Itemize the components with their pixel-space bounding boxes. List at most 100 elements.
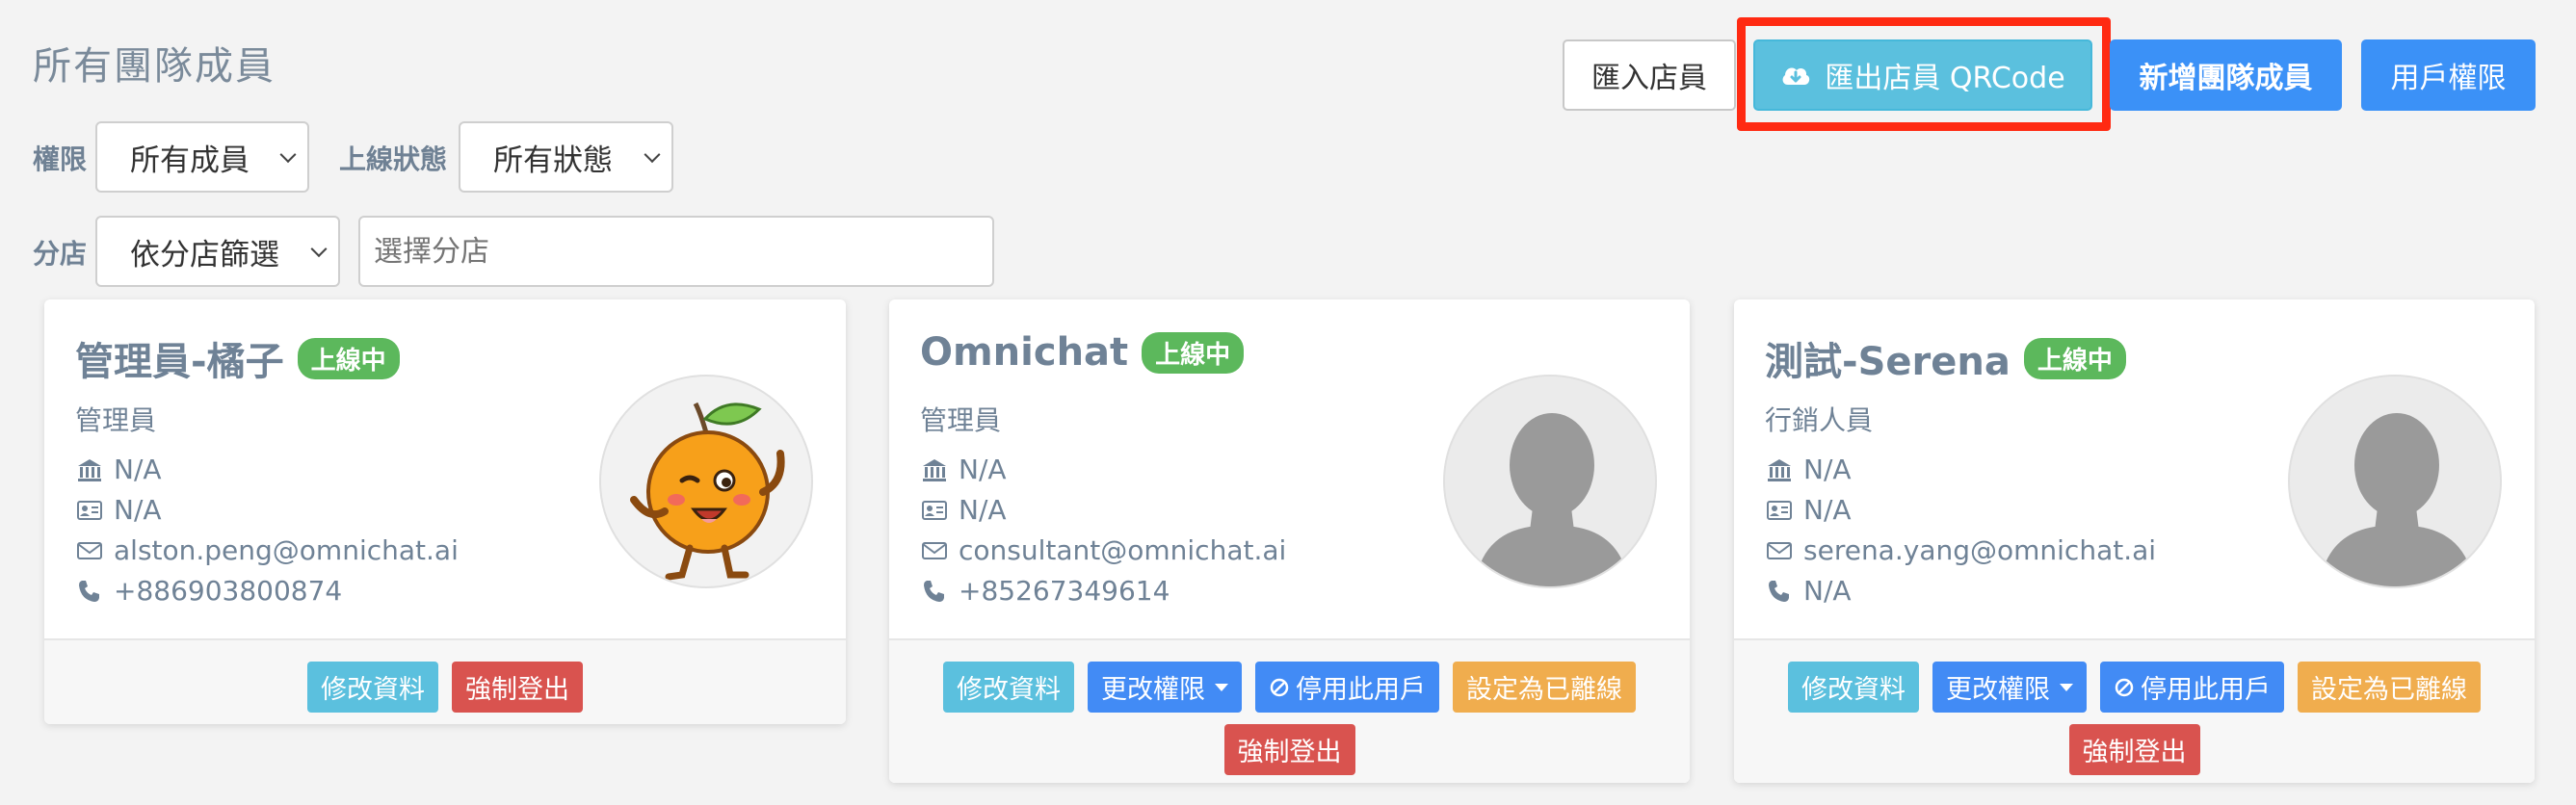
edit-member-button[interactable]: 修改資料: [307, 662, 438, 713]
export-qrcode-button[interactable]: 匯出店員 QRCode: [1753, 39, 2092, 111]
member-branch: N/A: [75, 454, 162, 485]
member-name[interactable]: Omnichat: [920, 330, 1128, 375]
member-email: consultant@omnichat.ai: [920, 534, 1286, 566]
member-card-footer: 修改資料 更改權限 停用此用戶 設定為已離線 強制登出: [889, 638, 1690, 783]
member-id: N/A: [1765, 494, 1852, 526]
permission-filter-select[interactable]: 所有成員: [95, 121, 309, 193]
disable-user-button[interactable]: 停用此用戶: [1255, 662, 1439, 713]
ban-icon: [2115, 678, 2134, 696]
avatar: [1443, 375, 1657, 588]
bank-icon: [1768, 458, 1791, 481]
change-permission-label: 更改權限: [1101, 675, 1205, 705]
force-logout-button[interactable]: 強制登出: [1223, 724, 1355, 775]
member-name-row: 測試-Serena 上線中: [1765, 330, 2126, 386]
phone-icon: [1769, 580, 1789, 602]
online-status-badge: 上線中: [2023, 337, 2126, 379]
member-branch: N/A: [1765, 454, 1852, 485]
branch-filter-select[interactable]: 依分店篩選: [95, 216, 340, 287]
id-card-icon: [1767, 500, 1792, 520]
force-logout-button[interactable]: 強制登出: [2068, 724, 2200, 775]
status-filter-value: 所有狀態: [493, 143, 613, 178]
edit-member-button[interactable]: 修改資料: [1788, 662, 1919, 713]
branch-filter-value: 依分店篩選: [130, 237, 279, 273]
bank-icon: [923, 458, 946, 481]
chevron-down-icon: [310, 241, 328, 258]
caret-down-icon: [1215, 683, 1228, 691]
member-email-value: serena.yang@omnichat.ai: [1803, 534, 2157, 566]
envelope-icon: [922, 541, 947, 559]
member-card-footer: 修改資料 強制登出: [44, 638, 846, 724]
member-name-row: Omnichat 上線中: [920, 330, 1245, 375]
member-branch: N/A: [920, 454, 1007, 485]
phone-icon: [79, 580, 99, 602]
member-email: serena.yang@omnichat.ai: [1765, 534, 2156, 566]
disable-user-label: 停用此用戶: [2141, 675, 2271, 705]
member-phone-value: +85267349614: [959, 575, 1170, 607]
change-permission-dropdown[interactable]: 更改權限: [1932, 662, 2087, 713]
member-branch-value: N/A: [1803, 454, 1852, 485]
status-filter-select[interactable]: 所有狀態: [459, 121, 673, 193]
member-email: alston.peng@omnichat.ai: [75, 534, 459, 566]
member-id-value: N/A: [959, 494, 1007, 526]
branch-filter-label: 分店: [33, 238, 88, 270]
set-offline-button[interactable]: 設定為已離線: [2298, 662, 2481, 713]
member-card: 管理員-橘子 上線中 管理員 N/A N/A alston.peng@omnic…: [44, 299, 846, 724]
member-card: 測試-Serena 上線中 行銷人員 N/A N/A serena.yang@o…: [1734, 299, 2535, 783]
member-role: 管理員: [75, 404, 157, 436]
envelope-icon: [77, 541, 102, 559]
member-id-value: N/A: [1803, 494, 1852, 526]
member-email-value: consultant@omnichat.ai: [959, 534, 1287, 566]
team-members-page: 所有團隊成員 匯入店員 匯出店員 QRCode 新增團隊成員 用戶權限 權限 所…: [0, 0, 2576, 805]
member-phone: +85267349614: [920, 575, 1170, 607]
member-name-row: 管理員-橘子 上線中: [75, 330, 400, 386]
user-silhouette-icon: [2319, 413, 2475, 586]
member-phone-value: N/A: [1803, 575, 1852, 607]
ban-icon: [1270, 678, 1289, 696]
member-phone: N/A: [1765, 575, 1852, 607]
cloud-download-icon: [1782, 67, 1810, 85]
online-status-badge: 上線中: [297, 337, 400, 379]
change-permission-dropdown[interactable]: 更改權限: [1088, 662, 1242, 713]
permission-filter-value: 所有成員: [130, 143, 250, 178]
member-branch-value: N/A: [114, 454, 162, 485]
member-email-value: alston.peng@omnichat.ai: [114, 534, 459, 566]
disable-user-label: 停用此用戶: [1296, 675, 1426, 705]
status-filter-label: 上線狀態: [339, 143, 448, 175]
user-silhouette-icon: [1474, 413, 1630, 586]
member-name[interactable]: 管理員-橘子: [75, 330, 284, 386]
export-qrcode-label: 匯出店員 QRCode: [1825, 62, 2065, 95]
permission-filter-label: 權限: [33, 143, 88, 175]
phone-icon: [924, 580, 944, 602]
member-phone: +886903800874: [75, 575, 342, 607]
chevron-down-icon: [279, 146, 297, 164]
orange-mascot-avatar: [630, 402, 785, 581]
online-status-badge: 上線中: [1142, 331, 1245, 374]
avatar: [2288, 375, 2502, 588]
member-id-value: N/A: [114, 494, 162, 526]
bank-icon: [78, 458, 101, 481]
member-name[interactable]: 測試-Serena: [1765, 330, 2011, 386]
member-branch-value: N/A: [959, 454, 1007, 485]
id-card-icon: [922, 500, 947, 520]
member-id: N/A: [75, 494, 162, 526]
add-team-member-button[interactable]: 新增團隊成員: [2110, 39, 2342, 111]
member-id: N/A: [920, 494, 1007, 526]
edit-member-button[interactable]: 修改資料: [943, 662, 1074, 713]
disable-user-button[interactable]: 停用此用戶: [2100, 662, 2284, 713]
change-permission-label: 更改權限: [1946, 675, 2050, 705]
import-staff-button[interactable]: 匯入店員: [1563, 39, 1736, 111]
force-logout-button[interactable]: 強制登出: [452, 662, 583, 713]
member-role: 管理員: [920, 404, 1002, 436]
id-card-icon: [77, 500, 102, 520]
caret-down-icon: [2060, 683, 2073, 691]
envelope-icon: [1767, 541, 1792, 559]
avatar: [599, 375, 813, 588]
member-role: 行銷人員: [1765, 404, 1874, 436]
page-title: 所有團隊成員: [33, 44, 276, 89]
member-card-footer: 修改資料 更改權限 停用此用戶 設定為已離線 強制登出: [1734, 638, 2535, 783]
set-offline-button[interactable]: 設定為已離線: [1453, 662, 1636, 713]
branch-search-input[interactable]: [358, 216, 994, 287]
member-phone-value: +886903800874: [114, 575, 343, 607]
user-permissions-button[interactable]: 用戶權限: [2361, 39, 2536, 111]
chevron-down-icon: [644, 146, 661, 164]
